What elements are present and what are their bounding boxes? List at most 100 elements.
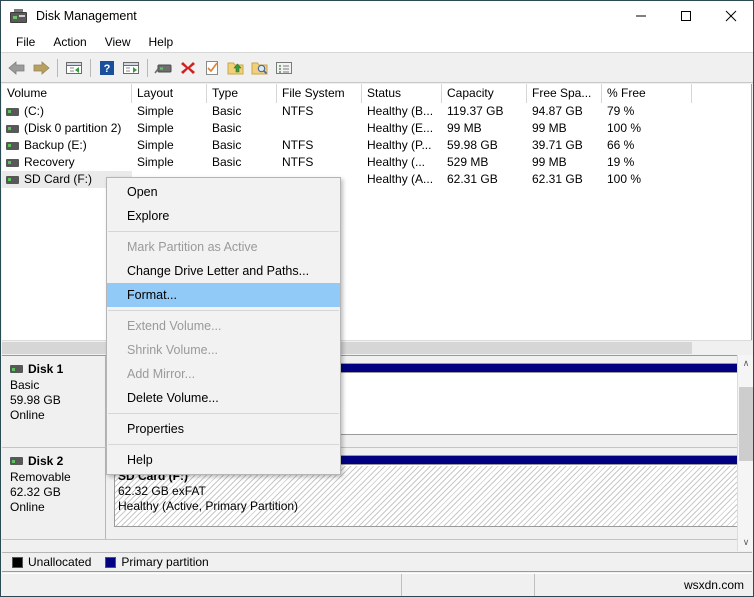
context-menu-item-add-mirror: Add Mirror... [107, 362, 340, 386]
rescan-disks-icon[interactable] [152, 56, 176, 80]
help-icon[interactable]: ? [95, 56, 119, 80]
column-header-volume[interactable]: Volume [2, 84, 132, 103]
column-header-spacer[interactable] [692, 84, 752, 103]
cell-file-system: NTFS [277, 154, 362, 171]
context-menu-separator [108, 413, 339, 414]
toolbar-separator [90, 59, 91, 77]
maximize-button[interactable] [663, 1, 708, 31]
column-header-free-space[interactable]: Free Spa... [527, 84, 602, 103]
scrollbar-thumb[interactable] [739, 387, 753, 461]
cell-layout: Simple [132, 103, 207, 120]
context-menu-separator [108, 444, 339, 445]
graphical-vertical-scrollbar[interactable]: ∧ ∨ [737, 355, 753, 551]
scroll-down-arrow-icon[interactable]: ∨ [738, 534, 754, 551]
partition-size-fs-2: 62.32 GB exFAT [118, 484, 743, 499]
cell-status: Healthy (B... [362, 103, 442, 120]
table-row[interactable]: Backup (E:) Simple Basic NTFS Healthy (P… [2, 137, 751, 154]
show-console-tree-icon[interactable] [119, 56, 143, 80]
toolbar: ? [1, 54, 753, 83]
extend-volume-icon[interactable] [224, 56, 248, 80]
cell-file-system [277, 120, 362, 137]
cell-volume: Backup (E:) [2, 137, 132, 154]
drive-icon [6, 176, 19, 184]
back-arrow-icon[interactable] [5, 56, 29, 80]
forward-arrow-icon[interactable] [29, 56, 53, 80]
menu-view[interactable]: View [96, 33, 140, 51]
cell-type: Basic [207, 103, 277, 120]
column-header-status[interactable]: Status [362, 84, 442, 103]
cell-capacity: 62.31 GB [442, 171, 527, 188]
legend-item-unallocated: Unallocated [12, 555, 91, 569]
properties-check-icon[interactable] [200, 56, 224, 80]
menu-file[interactable]: File [7, 33, 44, 51]
cell-volume-label: Backup (E:) [24, 137, 87, 154]
cell-status: Healthy (E... [362, 120, 442, 137]
table-row[interactable]: (Disk 0 partition 2) Simple Basic Health… [2, 120, 751, 137]
disk-status-2: Online [10, 500, 105, 515]
menu-action[interactable]: Action [44, 33, 95, 51]
column-header-type[interactable]: Type [207, 84, 277, 103]
menu-help[interactable]: Help [140, 33, 183, 51]
column-header-percent-free[interactable]: % Free [602, 84, 692, 103]
disk-management-icon [10, 9, 27, 24]
cell-volume: (C:) [2, 103, 132, 120]
disk-info-1: Disk 1 Basic 59.98 GB Online [2, 356, 106, 447]
delete-icon[interactable] [176, 56, 200, 80]
menu-bar: File Action View Help [1, 31, 753, 53]
minimize-button[interactable] [618, 1, 663, 31]
cell-status: Healthy (... [362, 154, 442, 171]
cell-layout: Simple [132, 137, 207, 154]
disk-icon [10, 457, 23, 465]
drive-icon [6, 108, 19, 116]
list-view-icon[interactable] [272, 56, 296, 80]
column-header-file-system[interactable]: File System [277, 84, 362, 103]
toolbar-separator [57, 59, 58, 77]
column-header-capacity[interactable]: Capacity [442, 84, 527, 103]
cell-percent-free: 100 % [602, 171, 692, 188]
context-menu-item-delete-volume[interactable]: Delete Volume... [107, 386, 340, 410]
context-menu-item-properties[interactable]: Properties [107, 417, 340, 441]
cell-percent-free: 66 % [602, 137, 692, 154]
table-row[interactable]: Recovery Simple Basic NTFS Healthy (... … [2, 154, 751, 171]
disk-type-2: Removable [10, 470, 105, 485]
cell-file-system: NTFS [277, 103, 362, 120]
cell-capacity: 119.37 GB [442, 103, 527, 120]
drive-icon [6, 125, 19, 133]
cell-volume-label: (Disk 0 partition 2) [24, 120, 121, 137]
search-folder-icon[interactable] [248, 56, 272, 80]
status-bar-section-1 [2, 574, 402, 597]
legend-swatch-unallocated [12, 557, 23, 568]
legend-swatch-primary-partition [105, 557, 116, 568]
cell-volume-label: Recovery [24, 154, 75, 171]
status-bar: wsxdn.com [2, 573, 752, 596]
cell-type: Basic [207, 154, 277, 171]
context-menu-item-open[interactable]: Open [107, 180, 340, 204]
context-menu-item-format[interactable]: Format... [107, 283, 340, 307]
up-one-level-icon[interactable] [62, 56, 86, 80]
svg-text:?: ? [104, 63, 111, 75]
cell-percent-free: 19 % [602, 154, 692, 171]
context-menu-item-mark-partition-active: Mark Partition as Active [107, 235, 340, 259]
cell-volume: Recovery [2, 154, 132, 171]
partition-status-2: Healthy (Active, Primary Partition) [118, 499, 743, 514]
cell-volume: (Disk 0 partition 2) [2, 120, 132, 137]
scroll-up-arrow-icon[interactable]: ∧ [738, 355, 754, 372]
close-button[interactable] [708, 1, 753, 31]
disk-size-2: 62.32 GB [10, 485, 105, 500]
cell-layout: Simple [132, 120, 207, 137]
context-menu-item-change-drive-letter[interactable]: Change Drive Letter and Paths... [107, 259, 340, 283]
context-menu-item-help[interactable]: Help [107, 448, 340, 472]
legend-item-primary-partition: Primary partition [105, 555, 208, 569]
disk-icon [10, 365, 23, 373]
cell-free-space: 99 MB [527, 154, 602, 171]
table-row[interactable]: (C:) Simple Basic NTFS Healthy (B... 119… [2, 103, 751, 120]
cell-layout: Simple [132, 154, 207, 171]
column-header-layout[interactable]: Layout [132, 84, 207, 103]
disk-status-1: Online [10, 408, 105, 423]
cell-status: Healthy (A... [362, 171, 442, 188]
cell-capacity: 529 MB [442, 154, 527, 171]
context-menu-item-explore[interactable]: Explore [107, 204, 340, 228]
cell-file-system: NTFS [277, 137, 362, 154]
status-bar-watermark: wsxdn.com [535, 578, 752, 592]
volume-list-header: Volume Layout Type File System Status Ca… [2, 84, 751, 103]
